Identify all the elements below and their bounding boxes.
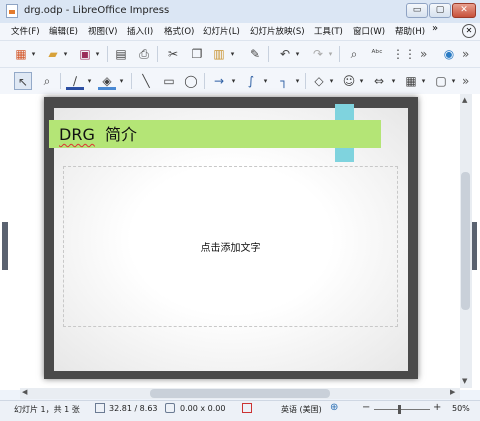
minimize-button[interactable]: ▭ bbox=[406, 3, 428, 18]
new-dropdown-icon[interactable]: ▾ bbox=[30, 45, 37, 63]
line-color-dropdown-icon[interactable]: ▾ bbox=[86, 72, 93, 90]
curve-dropdown-icon[interactable]: ▾ bbox=[262, 72, 269, 90]
menu-format[interactable]: 格式(O) bbox=[164, 25, 194, 37]
line-color-icon[interactable]: ∕ bbox=[66, 72, 84, 90]
copy-icon[interactable]: ❐ bbox=[188, 45, 206, 63]
paste-dropdown-icon[interactable]: ▾ bbox=[229, 45, 236, 63]
connector-dropdown-icon[interactable]: ▾ bbox=[294, 72, 301, 90]
maximize-button[interactable]: ▢ bbox=[429, 3, 451, 18]
slide-title-rest: 简介 bbox=[94, 125, 138, 144]
toolbar-overflow-icon[interactable]: » bbox=[420, 45, 432, 63]
content-placeholder[interactable]: 点击添加文字 bbox=[63, 166, 398, 327]
scroll-right-icon[interactable]: ▶ bbox=[450, 388, 455, 396]
export-pdf-icon[interactable]: ▤ bbox=[112, 45, 130, 63]
title-bar: drg.odp - LibreOffice Impress ▭ ▢ ✕ bbox=[0, 0, 480, 24]
grid-icon[interactable]: ⋮⋮ bbox=[392, 45, 416, 63]
close-document-icon[interactable]: ✕ bbox=[462, 24, 476, 38]
find-replace-icon[interactable]: ⌕ bbox=[345, 45, 363, 63]
flowchart-icon[interactable]: ▦ bbox=[402, 72, 420, 90]
redo-icon[interactable]: ↷ bbox=[309, 45, 327, 63]
save-icon[interactable]: ▣ bbox=[76, 45, 94, 63]
line-arrow-icon[interactable]: → bbox=[210, 72, 228, 90]
status-slide-count: 幻灯片 1，共 1 张 bbox=[14, 405, 80, 414]
fill-color-dropdown-icon[interactable]: ▾ bbox=[118, 72, 125, 90]
menu-help[interactable]: 帮助(H) bbox=[395, 25, 425, 37]
drawing-toolbar: ↖ ⌕ ∕ ▾ ◈ ▾ ╲ ▭ ◯ → ▾ ∫ ▾ ┐ ▾ ◇ ▾ ☺ ▾ ⇔ … bbox=[0, 67, 480, 94]
paste-icon[interactable]: ▥ bbox=[210, 45, 228, 63]
undo-dropdown-icon[interactable]: ▾ bbox=[294, 45, 301, 63]
close-button[interactable]: ✕ bbox=[452, 3, 476, 18]
spelling-icon[interactable]: ᴬᵇᶜ bbox=[368, 45, 386, 63]
menu-file[interactable]: 文件(F) bbox=[11, 25, 40, 37]
document-modified-icon[interactable] bbox=[242, 403, 252, 413]
scroll-left-icon[interactable]: ◀ bbox=[22, 388, 27, 396]
impress-document-icon bbox=[6, 4, 18, 18]
content-placeholder-text: 点击添加文字 bbox=[200, 243, 261, 254]
cut-icon[interactable]: ✂ bbox=[164, 45, 182, 63]
connector-icon[interactable]: ┐ bbox=[275, 72, 293, 90]
select-icon[interactable]: ↖ bbox=[14, 72, 32, 90]
flowchart-dropdown-icon[interactable]: ▾ bbox=[420, 72, 427, 90]
menu-edit[interactable]: 编辑(E) bbox=[49, 25, 78, 37]
callouts-icon[interactable]: ▢ bbox=[432, 72, 450, 90]
zoom-pan-icon[interactable]: ⌕ bbox=[38, 72, 56, 90]
new-icon[interactable]: ▦ bbox=[12, 45, 30, 63]
horizontal-scroll-thumb[interactable] bbox=[150, 389, 330, 398]
zoom-in-icon[interactable]: + bbox=[433, 402, 441, 413]
menu-view[interactable]: 视图(V) bbox=[88, 25, 117, 37]
menu-slideshow[interactable]: 幻灯片放映(S) bbox=[250, 25, 305, 37]
symbol-shapes-dropdown-icon[interactable]: ▾ bbox=[358, 72, 365, 90]
block-arrows-dropdown-icon[interactable]: ▾ bbox=[390, 72, 397, 90]
status-size: 0.00 x 0.00 bbox=[180, 404, 226, 413]
menu-overflow-icon[interactable]: » bbox=[432, 23, 438, 34]
menu-bar: 文件(F) 编辑(E) 视图(V) 插入(I) 格式(O) 幻灯片(L) 幻灯片… bbox=[0, 23, 480, 40]
block-arrows-icon[interactable]: ⇔ bbox=[370, 72, 388, 90]
standard-toolbar: ▦ ▾ ▰ ▾ ▣ ▾ ▤ ⎙ ✂ ❐ ▥ ▾ ✎ ↶ ▾ ↷ ▾ ⌕ ᴬᵇᶜ … bbox=[0, 40, 480, 67]
callouts-dropdown-icon[interactable]: ▾ bbox=[450, 72, 457, 90]
drawing-overflow-icon[interactable]: » bbox=[462, 72, 474, 90]
symbol-shapes-icon[interactable]: ☺ bbox=[340, 72, 358, 90]
rectangle-tool-icon[interactable]: ▭ bbox=[160, 72, 178, 90]
redo-dropdown-icon[interactable]: ▾ bbox=[327, 45, 334, 63]
window-title: drg.odp - LibreOffice Impress bbox=[24, 5, 170, 16]
menu-tools[interactable]: 工具(T) bbox=[314, 25, 343, 37]
app-window: drg.odp - LibreOffice Impress ▭ ▢ ✕ 文件(F… bbox=[0, 0, 480, 421]
fill-color-icon[interactable]: ◈ bbox=[98, 72, 116, 90]
undo-icon[interactable]: ↶ bbox=[276, 45, 294, 63]
status-position: 32.81 / 8.63 bbox=[109, 404, 158, 413]
status-zoom[interactable]: 50% bbox=[452, 404, 470, 413]
fit-slide-icon[interactable]: ⊕ bbox=[330, 402, 338, 413]
curve-icon[interactable]: ∫ bbox=[242, 72, 260, 90]
scroll-down-icon[interactable]: ▼ bbox=[462, 377, 467, 385]
line-tool-icon[interactable]: ╲ bbox=[137, 72, 155, 90]
scroll-up-icon[interactable]: ▲ bbox=[462, 96, 467, 104]
ellipse-tool-icon[interactable]: ◯ bbox=[182, 72, 200, 90]
save-dropdown-icon[interactable]: ▾ bbox=[94, 45, 101, 63]
lines-arrows-dropdown-icon[interactable]: ▾ bbox=[230, 72, 237, 90]
status-language[interactable]: 英语 (美国) bbox=[281, 404, 322, 415]
toolbar-overflow-icon-2[interactable]: » bbox=[462, 45, 474, 63]
slide-title[interactable]: DRG 简介 bbox=[59, 121, 137, 145]
basic-shapes-dropdown-icon[interactable]: ▾ bbox=[328, 72, 335, 90]
zoom-out-icon[interactable]: − bbox=[362, 402, 370, 413]
open-icon[interactable]: ▰ bbox=[44, 45, 62, 63]
print-icon[interactable]: ⎙ bbox=[135, 45, 153, 63]
menu-insert[interactable]: 插入(I) bbox=[127, 25, 153, 37]
zoom-slider[interactable] bbox=[374, 409, 430, 410]
size-icon bbox=[165, 403, 175, 413]
slide-pane-toggle-handle[interactable] bbox=[2, 222, 8, 270]
open-dropdown-icon[interactable]: ▾ bbox=[62, 45, 69, 63]
menu-window[interactable]: 窗口(W) bbox=[353, 25, 385, 37]
position-icon bbox=[95, 403, 105, 413]
vertical-scroll-thumb[interactable] bbox=[461, 172, 470, 310]
zoom-slider-knob[interactable] bbox=[398, 405, 401, 414]
menu-slide[interactable]: 幻灯片(L) bbox=[203, 25, 240, 37]
slide-title-acronym: DRG bbox=[59, 125, 95, 144]
clone-formatting-icon[interactable]: ✎ bbox=[246, 45, 264, 63]
basic-shapes-icon[interactable]: ◉ bbox=[440, 45, 458, 63]
basic-shapes-diamond-icon[interactable]: ◇ bbox=[310, 72, 328, 90]
